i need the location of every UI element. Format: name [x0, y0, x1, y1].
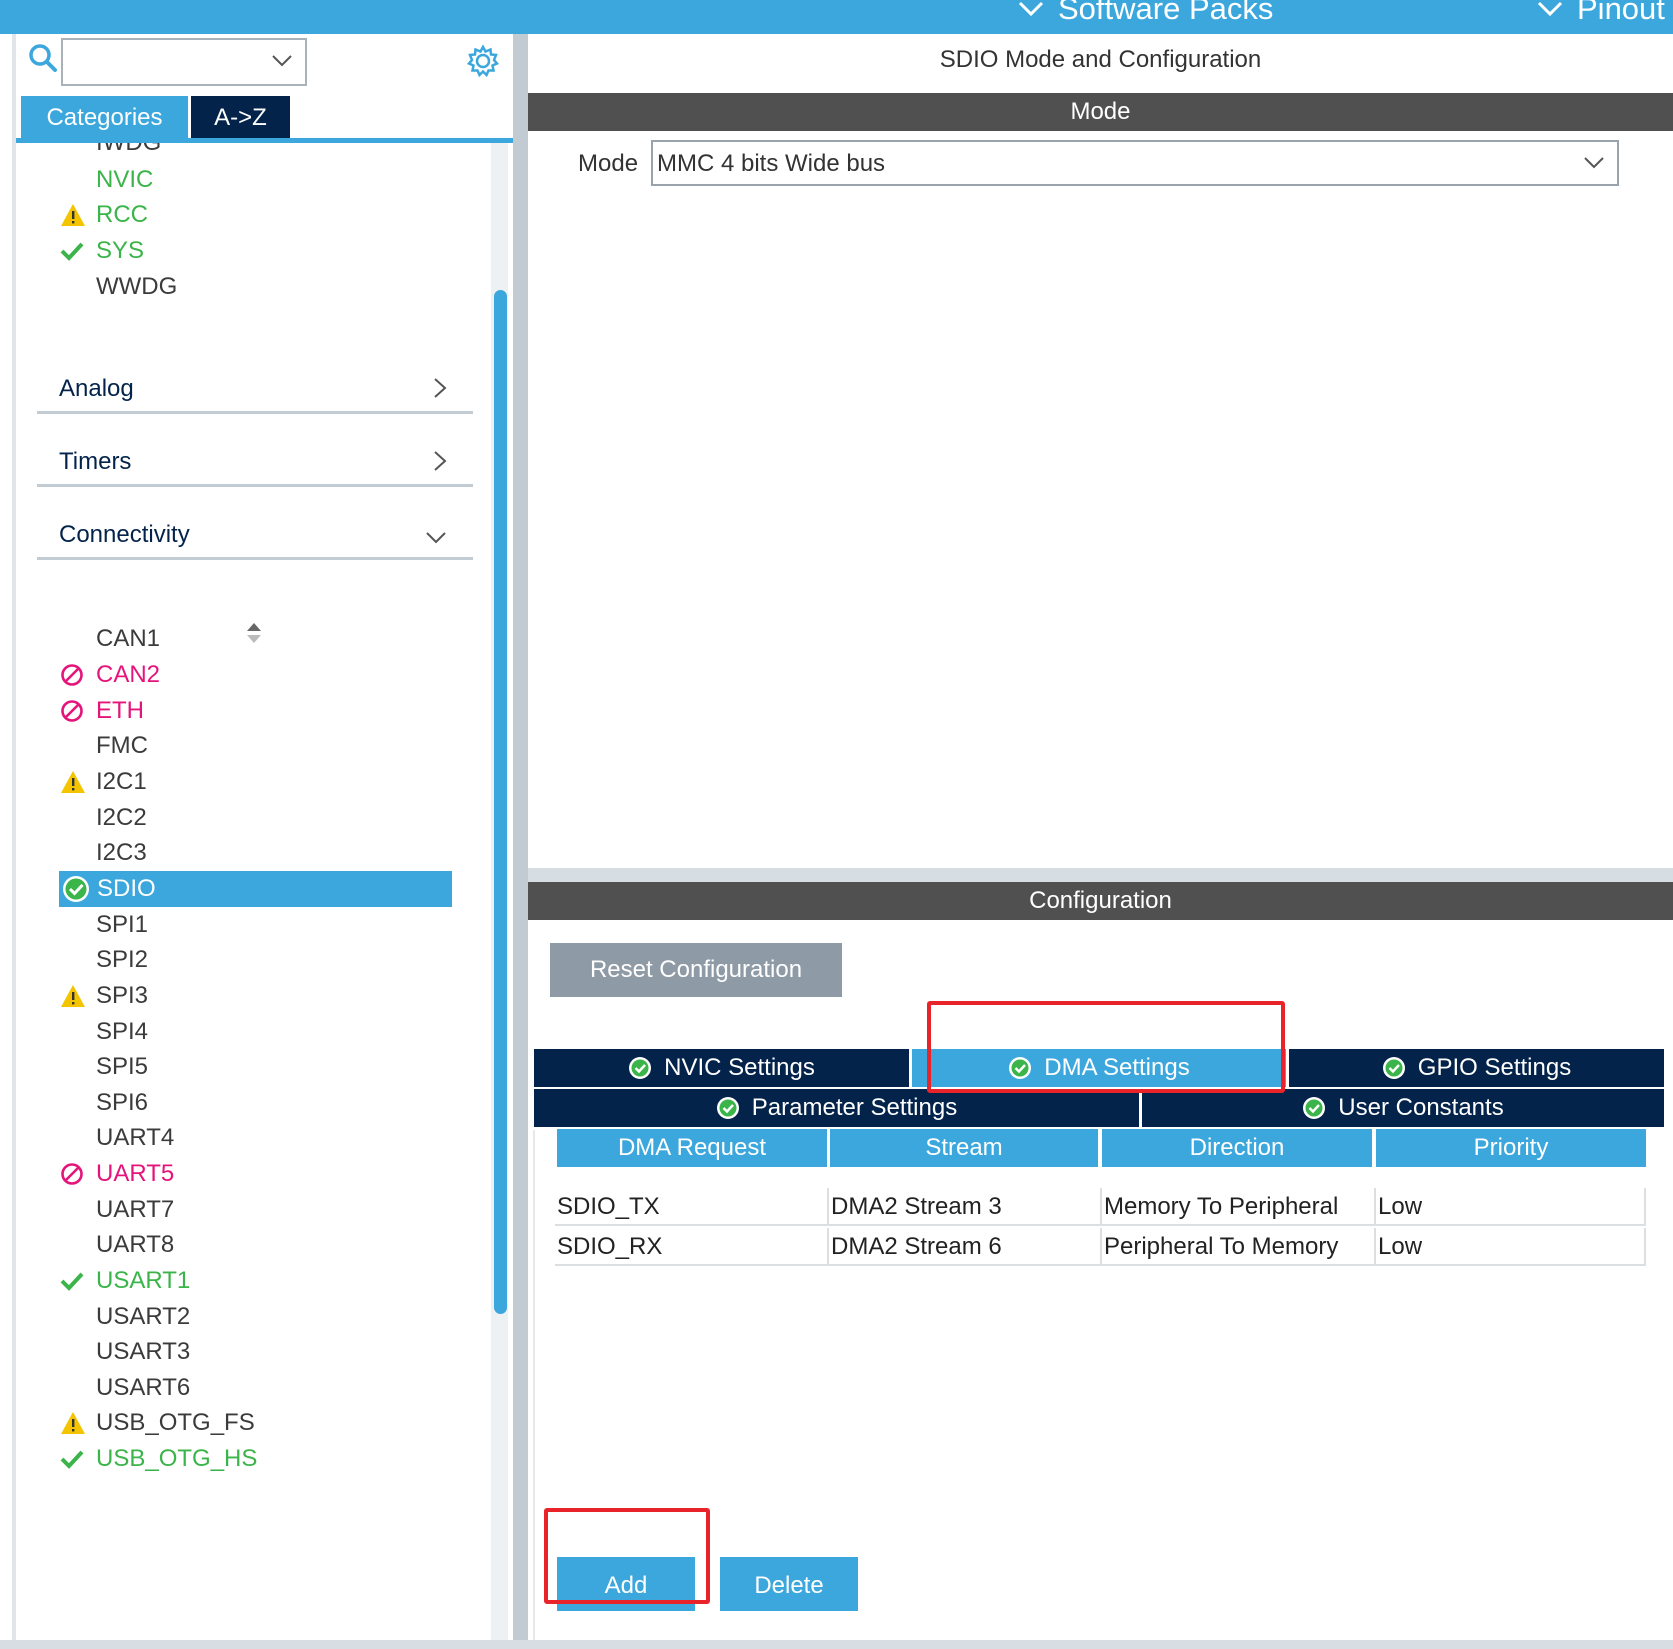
cell-dma-request: SDIO_RX — [555, 1228, 829, 1266]
tree-item-spi3[interactable]: SPI3 — [60, 978, 148, 1014]
category-timers[interactable]: Timers — [37, 437, 473, 487]
chevron-down-icon — [426, 532, 446, 544]
check-circle-icon — [1303, 1097, 1326, 1119]
section-divider — [528, 868, 1673, 882]
page-title: SDIO Mode and Configuration — [939, 46, 1262, 73]
warning-icon — [60, 764, 96, 800]
pinout-menu[interactable]: Pinout — [1537, 0, 1665, 27]
category-connectivity[interactable]: Connectivity — [37, 510, 473, 560]
cell-priority: Low — [1376, 1228, 1646, 1266]
column-header-dma-request[interactable]: DMA Request — [557, 1129, 827, 1167]
tree-item-spi4[interactable]: SPI4 — [60, 1014, 148, 1050]
mode-select-value: MMC 4 bits Wide bus — [657, 150, 886, 177]
pinout-label: Pinout — [1577, 0, 1665, 26]
mode-select[interactable]: MMC 4 bits Wide bus — [651, 140, 1619, 186]
tab-a-to-z[interactable]: A->Z — [191, 96, 290, 139]
tree-item-rcc[interactable]: RCC — [60, 197, 148, 233]
tree-item-spi6[interactable]: SPI6 — [60, 1085, 148, 1121]
check-icon — [60, 1263, 96, 1299]
peripheral-tree-panel: Categories A->Z IWDG NVIC RCC SYS WWDG A… — [12, 34, 513, 1649]
tree-item-sdio[interactable]: SDIO — [59, 871, 452, 907]
tree-item-eth[interactable]: ETH — [60, 693, 144, 729]
cell-stream: DMA2 Stream 6 — [829, 1228, 1102, 1266]
tree-item-usart6[interactable]: USART6 — [60, 1370, 190, 1406]
tree-item-i2c1[interactable]: I2C1 — [60, 764, 147, 800]
cell-priority: Low — [1376, 1188, 1646, 1226]
tree-scrollbar-thumb[interactable] — [494, 290, 507, 1314]
disabled-icon — [60, 693, 96, 729]
chevron-down-icon — [1018, 1, 1044, 17]
cell-stream: DMA2 Stream 3 — [829, 1188, 1102, 1226]
column-header-stream[interactable]: Stream — [830, 1129, 1098, 1167]
sort-arrows-icon[interactable] — [246, 622, 262, 649]
column-header-direction[interactable]: Direction — [1102, 1129, 1372, 1167]
view-tabs: Categories A->Z — [21, 96, 290, 139]
tree-item-fmc[interactable]: FMC — [60, 728, 148, 764]
warning-icon — [60, 978, 96, 1014]
tree-item-i2c3[interactable]: I2C3 — [60, 835, 147, 871]
tab-categories[interactable]: Categories — [21, 96, 188, 139]
disabled-icon — [60, 657, 96, 693]
cell-direction: Memory To Peripheral — [1102, 1188, 1376, 1226]
tree-item-spi2[interactable]: SPI2 — [60, 942, 148, 978]
tree-item-can1[interactable]: CAN1 — [60, 621, 160, 657]
tree-item-usb-otg-hs[interactable]: USB_OTG_HS — [60, 1441, 257, 1477]
chevron-down-icon — [1537, 1, 1563, 17]
search-icon[interactable] — [28, 43, 58, 78]
tab-nvic-settings[interactable]: NVIC Settings — [534, 1049, 909, 1087]
peripheral-tree: IWDG NVIC RCC SYS WWDG Analog Timers Con… — [16, 143, 491, 1649]
tree-item-nvic[interactable]: NVIC — [60, 162, 153, 198]
tab-gpio-settings[interactable]: GPIO Settings — [1289, 1049, 1664, 1087]
tab-user-constants[interactable]: User Constants — [1142, 1089, 1664, 1127]
reset-configuration-button[interactable]: Reset Configuration — [550, 943, 842, 997]
mode-label: Mode — [578, 150, 639, 177]
tree-item-can2[interactable]: CAN2 — [60, 657, 160, 693]
tree-item-usart2[interactable]: USART2 — [60, 1299, 190, 1335]
warning-icon — [60, 1405, 96, 1441]
check-icon — [60, 1441, 96, 1477]
highlight-box-dma-tab — [927, 1001, 1285, 1093]
highlight-box-add-button — [544, 1508, 710, 1604]
tab-parameter-settings[interactable]: Parameter Settings — [534, 1089, 1139, 1127]
chevron-down-icon — [1584, 157, 1604, 169]
cell-direction: Peripheral To Memory — [1102, 1228, 1376, 1266]
configuration-section-header: Configuration — [528, 882, 1673, 920]
tree-item-uart5[interactable]: UART5 — [60, 1156, 174, 1192]
column-header-priority[interactable]: Priority — [1376, 1129, 1646, 1167]
tree-item-usart3[interactable]: USART3 — [60, 1334, 190, 1370]
tree-item-i2c2[interactable]: I2C2 — [60, 800, 147, 836]
tree-item-usb-otg-fs[interactable]: USB_OTG_FS — [60, 1405, 255, 1441]
top-menu-bar: Software Packs Pinout — [0, 0, 1673, 34]
disabled-icon — [60, 1156, 96, 1192]
tree-item-uart8[interactable]: UART8 — [60, 1227, 174, 1263]
tree-item-uart7[interactable]: UART7 — [60, 1192, 174, 1228]
check-circle-icon — [1382, 1057, 1405, 1079]
check-circle-icon — [716, 1097, 739, 1119]
tree-item-uart4[interactable]: UART4 — [60, 1120, 174, 1156]
chevron-right-icon — [434, 378, 447, 398]
category-analog[interactable]: Analog — [37, 364, 473, 414]
tree-item-spi1[interactable]: SPI1 — [60, 907, 148, 943]
check-circle-icon — [59, 871, 95, 907]
tree-item-spi5[interactable]: SPI5 — [60, 1049, 148, 1085]
delete-button[interactable]: Delete — [720, 1557, 858, 1611]
gear-icon[interactable] — [466, 44, 500, 83]
tree-item-usart1[interactable]: USART1 — [60, 1263, 190, 1299]
check-circle-icon — [629, 1057, 652, 1079]
software-packs-menu[interactable]: Software Packs — [1018, 0, 1273, 27]
tree-item-iwdg[interactable]: IWDG — [60, 143, 161, 161]
tree-item-sys[interactable]: SYS — [60, 233, 144, 269]
warning-icon — [60, 197, 96, 233]
bottom-border — [0, 1640, 1673, 1649]
tree-item-wwdg[interactable]: WWDG — [60, 269, 177, 305]
chevron-down-icon — [272, 55, 292, 67]
cell-dma-request: SDIO_TX — [555, 1188, 829, 1226]
chevron-right-icon — [434, 451, 447, 471]
mode-section-header: Mode — [528, 93, 1673, 131]
software-packs-label: Software Packs — [1058, 0, 1274, 26]
panel-splitter[interactable] — [513, 34, 528, 1649]
configuration-panel: SDIO Mode and Configuration Mode Mode MM… — [528, 34, 1673, 1649]
check-icon — [60, 233, 96, 269]
search-input[interactable] — [61, 38, 307, 86]
